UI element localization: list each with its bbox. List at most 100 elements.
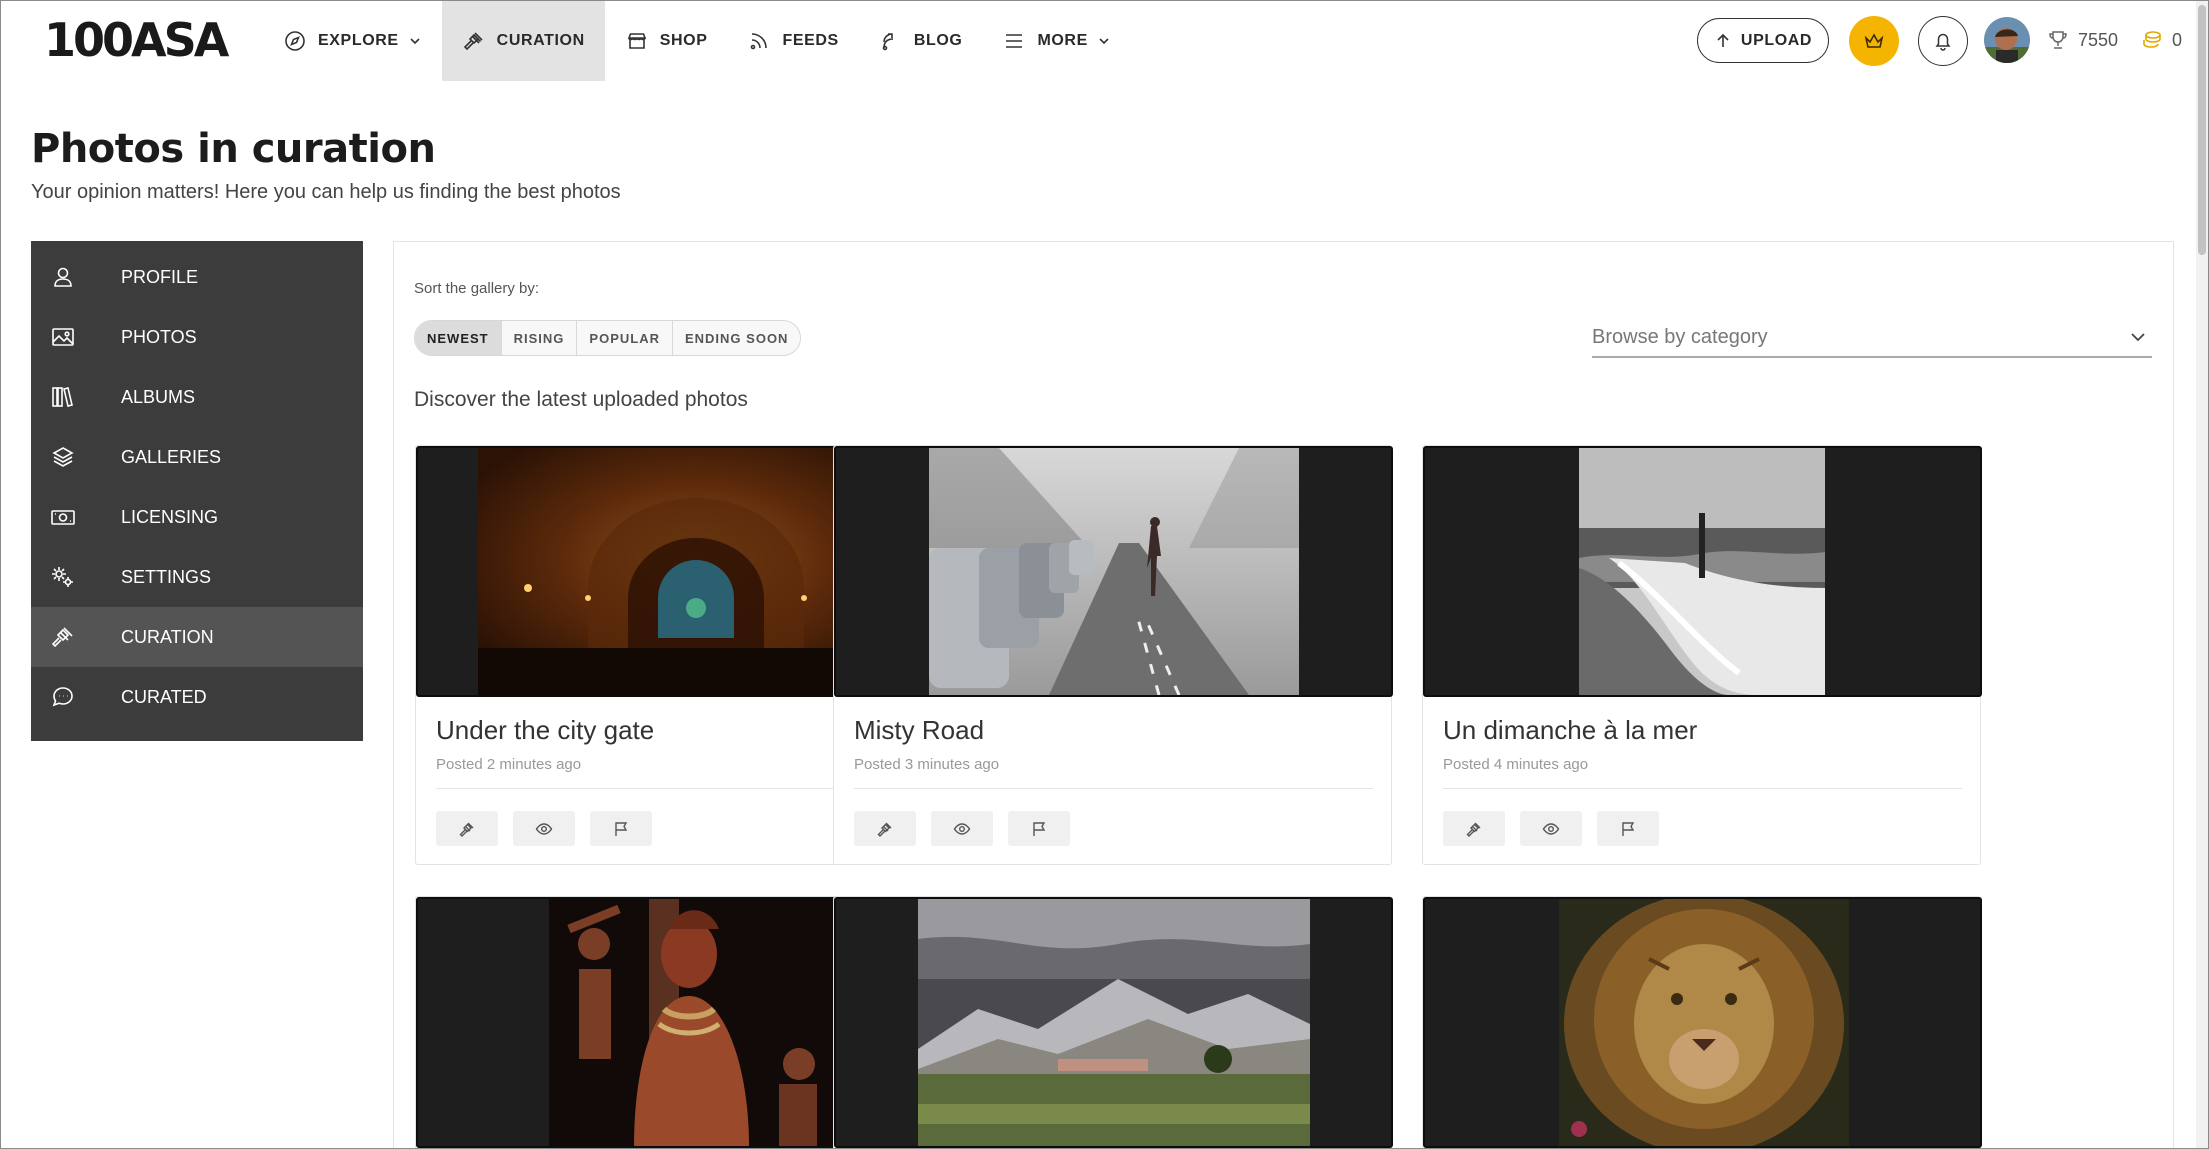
- nav-blog-label: BLOG: [913, 31, 963, 49]
- mountain-landscape-photo: [918, 899, 1310, 1146]
- sidebar-item-label: PROFILE: [121, 266, 199, 287]
- blog-icon: [882, 32, 893, 50]
- gavel-icon: [51, 627, 73, 648]
- chevron-down-icon: [1099, 37, 1109, 44]
- nav-blog[interactable]: BLOG: [859, 0, 983, 81]
- bell-icon: [1935, 33, 1951, 51]
- avatar-image: [1984, 17, 2030, 63]
- sidebar-item-curated[interactable]: CURATED: [31, 667, 363, 727]
- sort-ending-soon-button[interactable]: ENDING SOON: [673, 321, 800, 355]
- gavel-icon: [459, 822, 474, 837]
- gallery-panel: Sort the gallery by: NEWEST RISING POPUL…: [393, 241, 2174, 1149]
- nav-shop[interactable]: SHOP: [605, 0, 728, 81]
- top-navigation: 100ASA EXPLORE CURATION SHOP FEEDS BLOG …: [0, 0, 2195, 81]
- main-menu: EXPLORE CURATION SHOP FEEDS BLOG MORE: [263, 0, 1131, 81]
- nav-explore-label: EXPLORE: [318, 31, 399, 49]
- sidebar-item-albums[interactable]: ALBUMS: [31, 367, 363, 427]
- sidebar-item-curation[interactable]: CURATION: [31, 607, 363, 667]
- photo-thumbnail[interactable]: [834, 897, 1393, 1148]
- photo-thumbnail[interactable]: [834, 446, 1393, 697]
- sidebar-item-photos[interactable]: PHOTOS: [31, 307, 363, 367]
- card-actions: [854, 811, 1085, 846]
- nav-feeds[interactable]: FEEDS: [727, 0, 858, 81]
- account-sidebar: PROFILE PHOTOS ALBUMS GALLERIES LICENSIN…: [31, 241, 363, 741]
- sort-options: NEWEST RISING POPULAR ENDING SOON: [414, 320, 802, 356]
- flag-icon: [1622, 821, 1635, 836]
- tribal-woman-photo: [549, 899, 845, 1146]
- photo-title[interactable]: Misty Road: [854, 715, 984, 746]
- layers-icon: [52, 447, 74, 467]
- photo-card[interactable]: Un dimanche à la mer Posted 4 minutes ag…: [1422, 445, 1982, 865]
- nav-explore[interactable]: EXPLORE: [263, 0, 442, 81]
- sidebar-item-label: ALBUMS: [121, 386, 196, 407]
- sea-shore-photo: [1579, 448, 1825, 695]
- notifications-button[interactable]: [1918, 16, 1968, 66]
- view-button[interactable]: [1520, 811, 1582, 846]
- page-subtitle: Your opinion matters! Here you can help …: [31, 181, 621, 203]
- page-scrollbar[interactable]: [2196, 1, 2208, 1148]
- upload-button-label: UPLOAD: [1740, 31, 1813, 49]
- scrollbar-thumb[interactable]: [2198, 5, 2206, 255]
- photo-thumbnail[interactable]: [1423, 446, 1982, 697]
- vote-button[interactable]: [436, 811, 498, 846]
- trophy-points-value: 7550: [2078, 29, 2119, 50]
- sidebar-item-label: LICENSING: [121, 506, 219, 527]
- sidebar-item-licensing[interactable]: LICENSING: [31, 487, 363, 547]
- card-actions: [1443, 811, 1674, 846]
- sort-rising-button[interactable]: RISING: [502, 321, 578, 355]
- vote-button[interactable]: [1443, 811, 1505, 846]
- coins-icon: [2143, 31, 2161, 48]
- sidebar-item-label: CURATION: [121, 626, 214, 647]
- sidebar-item-label: GALLERIES: [121, 446, 222, 467]
- arrow-up-icon: [1717, 33, 1729, 47]
- nav-more[interactable]: MORE: [982, 0, 1130, 81]
- sidebar-item-settings[interactable]: SETTINGS: [31, 547, 363, 607]
- trophy-points: 7550: [2046, 28, 2118, 52]
- menu-icon: [1006, 33, 1023, 48]
- photo-card[interactable]: [1422, 896, 1982, 1149]
- nav-shop-label: SHOP: [659, 31, 708, 49]
- nav-more-label: MORE: [1037, 31, 1088, 49]
- view-button[interactable]: [513, 811, 575, 846]
- sort-label: Sort the gallery by:: [414, 280, 540, 297]
- photo-card[interactable]: [833, 896, 1393, 1149]
- gears-icon: [52, 567, 73, 587]
- report-button[interactable]: [590, 811, 652, 846]
- card-divider: [1443, 788, 1962, 789]
- gavel-icon: [463, 31, 483, 50]
- money-icon: [51, 510, 75, 525]
- card-divider: [854, 788, 1373, 789]
- upload-button[interactable]: UPLOAD: [1697, 18, 1829, 63]
- category-select-placeholder: Browse by category: [1592, 325, 1768, 348]
- photo-posted-date: Posted 4 minutes ago: [1443, 756, 1589, 773]
- report-button[interactable]: [1597, 811, 1659, 846]
- photo-card[interactable]: Misty Road Posted 3 minutes ago: [833, 445, 1393, 865]
- report-button[interactable]: [1008, 811, 1070, 846]
- compass-icon: [285, 30, 305, 51]
- site-logo[interactable]: 100ASA: [44, 13, 229, 67]
- sort-newest-button[interactable]: NEWEST: [415, 321, 502, 355]
- chevron-down-icon: [2131, 333, 2145, 342]
- view-button[interactable]: [931, 811, 993, 846]
- books-icon: [52, 387, 73, 407]
- premium-button[interactable]: [1849, 16, 1899, 66]
- section-heading: Discover the latest uploaded photos: [414, 388, 748, 411]
- user-avatar[interactable]: [1984, 17, 2030, 63]
- nav-feeds-label: FEEDS: [782, 31, 839, 49]
- user-icon: [54, 267, 72, 287]
- photo-title[interactable]: Un dimanche à la mer: [1443, 715, 1697, 746]
- gavel-icon: [877, 822, 892, 837]
- photo-posted-date: Posted 3 minutes ago: [854, 756, 1000, 773]
- photo-title[interactable]: Under the city gate: [436, 715, 654, 746]
- flag-icon: [1033, 821, 1046, 836]
- sidebar-item-galleries[interactable]: GALLERIES: [31, 427, 363, 487]
- photo-thumbnail[interactable]: [1423, 897, 1982, 1148]
- sort-popular-button[interactable]: POPULAR: [577, 321, 673, 355]
- nav-curation[interactable]: CURATION: [441, 0, 605, 81]
- category-select[interactable]: Browse by category: [1592, 318, 2152, 358]
- rss-icon: [751, 32, 768, 49]
- image-icon: [52, 328, 74, 346]
- vote-button[interactable]: [854, 811, 916, 846]
- chat-icon: [52, 687, 73, 707]
- sidebar-item-profile[interactable]: PROFILE: [31, 247, 363, 307]
